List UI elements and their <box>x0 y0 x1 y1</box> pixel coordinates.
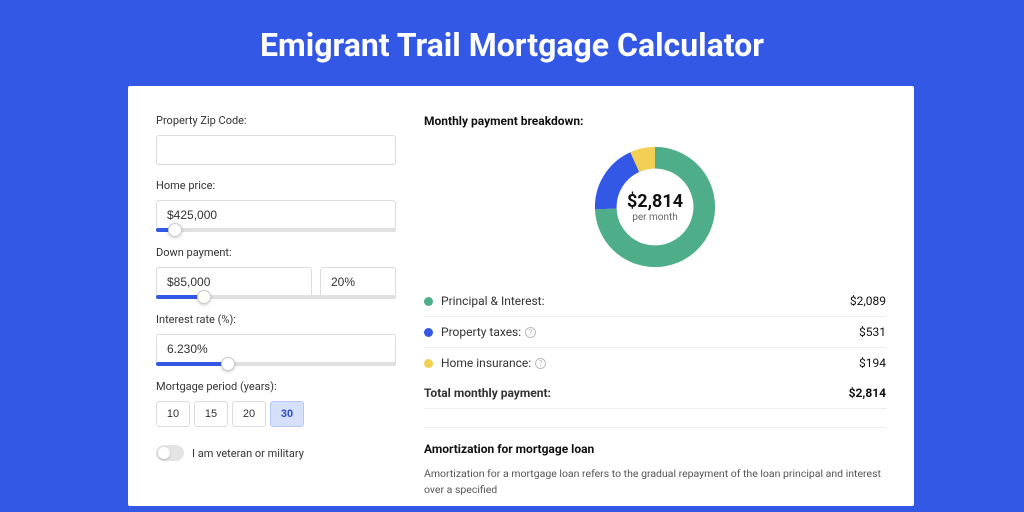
down-payment-slider[interactable] <box>156 295 396 299</box>
total-label: Total monthly payment: <box>424 386 849 400</box>
amortization-title: Amortization for mortgage loan <box>424 442 886 456</box>
donut-amount: $2,814 <box>627 191 683 212</box>
donut-chart-wrap: $2,814 per month <box>424 138 886 286</box>
zip-field-group: Property Zip Code: <box>156 114 396 165</box>
period-button-10[interactable]: 10 <box>156 401 190 427</box>
donut-sub: per month <box>632 212 678 223</box>
home-price-slider-thumb[interactable] <box>168 223 182 237</box>
veteran-toggle[interactable] <box>156 445 184 461</box>
total-value: $2,814 <box>849 386 886 400</box>
breakdown-item-label: Home insurance:? <box>441 356 859 370</box>
veteran-label: I am veteran or military <box>192 447 304 460</box>
breakdown-item-value: $194 <box>859 356 886 370</box>
zip-label: Property Zip Code: <box>156 114 396 127</box>
zip-input[interactable] <box>156 135 396 165</box>
breakdown-item-label: Property taxes:? <box>441 325 859 339</box>
interest-rate-slider-thumb[interactable] <box>221 357 235 371</box>
breakdown-item-value: $531 <box>859 325 886 339</box>
period-button-15[interactable]: 15 <box>194 401 228 427</box>
form-panel: Property Zip Code: Home price: Down paym… <box>156 114 396 506</box>
breakdown-title: Monthly payment breakdown: <box>424 114 886 128</box>
down-payment-slider-thumb[interactable] <box>197 290 211 304</box>
down-payment-label: Down payment: <box>156 246 396 259</box>
home-price-label: Home price: <box>156 179 396 192</box>
legend-dot <box>424 359 433 368</box>
page-title: Emigrant Trail Mortgage Calculator <box>0 0 1024 86</box>
info-icon[interactable]: ? <box>535 358 546 369</box>
legend-dot <box>424 328 433 337</box>
breakdown-item-label: Principal & Interest: <box>441 294 850 308</box>
total-line: Total monthly payment: $2,814 <box>424 378 886 409</box>
interest-rate-group: Interest rate (%): <box>156 313 396 366</box>
down-payment-group: Down payment: <box>156 246 396 299</box>
breakdown-line: Property taxes:?$531 <box>424 317 886 348</box>
veteran-toggle-row: I am veteran or military <box>156 445 396 461</box>
interest-rate-label: Interest rate (%): <box>156 313 396 326</box>
interest-rate-input[interactable] <box>156 334 396 364</box>
home-price-input[interactable] <box>156 200 396 230</box>
home-price-slider[interactable] <box>156 228 396 232</box>
down-payment-input[interactable] <box>156 267 312 297</box>
period-group: Mortgage period (years): 10152030 <box>156 380 396 427</box>
down-payment-pct-input[interactable] <box>320 267 396 297</box>
calculator-card: Property Zip Code: Home price: Down paym… <box>128 86 914 506</box>
breakdown-line: Principal & Interest:$2,089 <box>424 286 886 317</box>
amortization-section: Amortization for mortgage loan Amortizat… <box>424 427 886 498</box>
period-label: Mortgage period (years): <box>156 380 396 393</box>
breakdown-line: Home insurance:?$194 <box>424 348 886 378</box>
interest-rate-slider[interactable] <box>156 362 396 366</box>
info-icon[interactable]: ? <box>525 327 536 338</box>
legend-dot <box>424 297 433 306</box>
veteran-toggle-knob <box>158 447 170 459</box>
amortization-text: Amortization for a mortgage loan refers … <box>424 466 886 498</box>
period-button-30[interactable]: 30 <box>270 401 304 427</box>
period-button-20[interactable]: 20 <box>232 401 266 427</box>
breakdown-panel: Monthly payment breakdown: $2,814 per mo… <box>424 114 886 506</box>
home-price-group: Home price: <box>156 179 396 232</box>
breakdown-item-value: $2,089 <box>850 294 886 308</box>
donut-center: $2,814 per month <box>590 142 720 272</box>
donut-chart: $2,814 per month <box>590 142 720 272</box>
